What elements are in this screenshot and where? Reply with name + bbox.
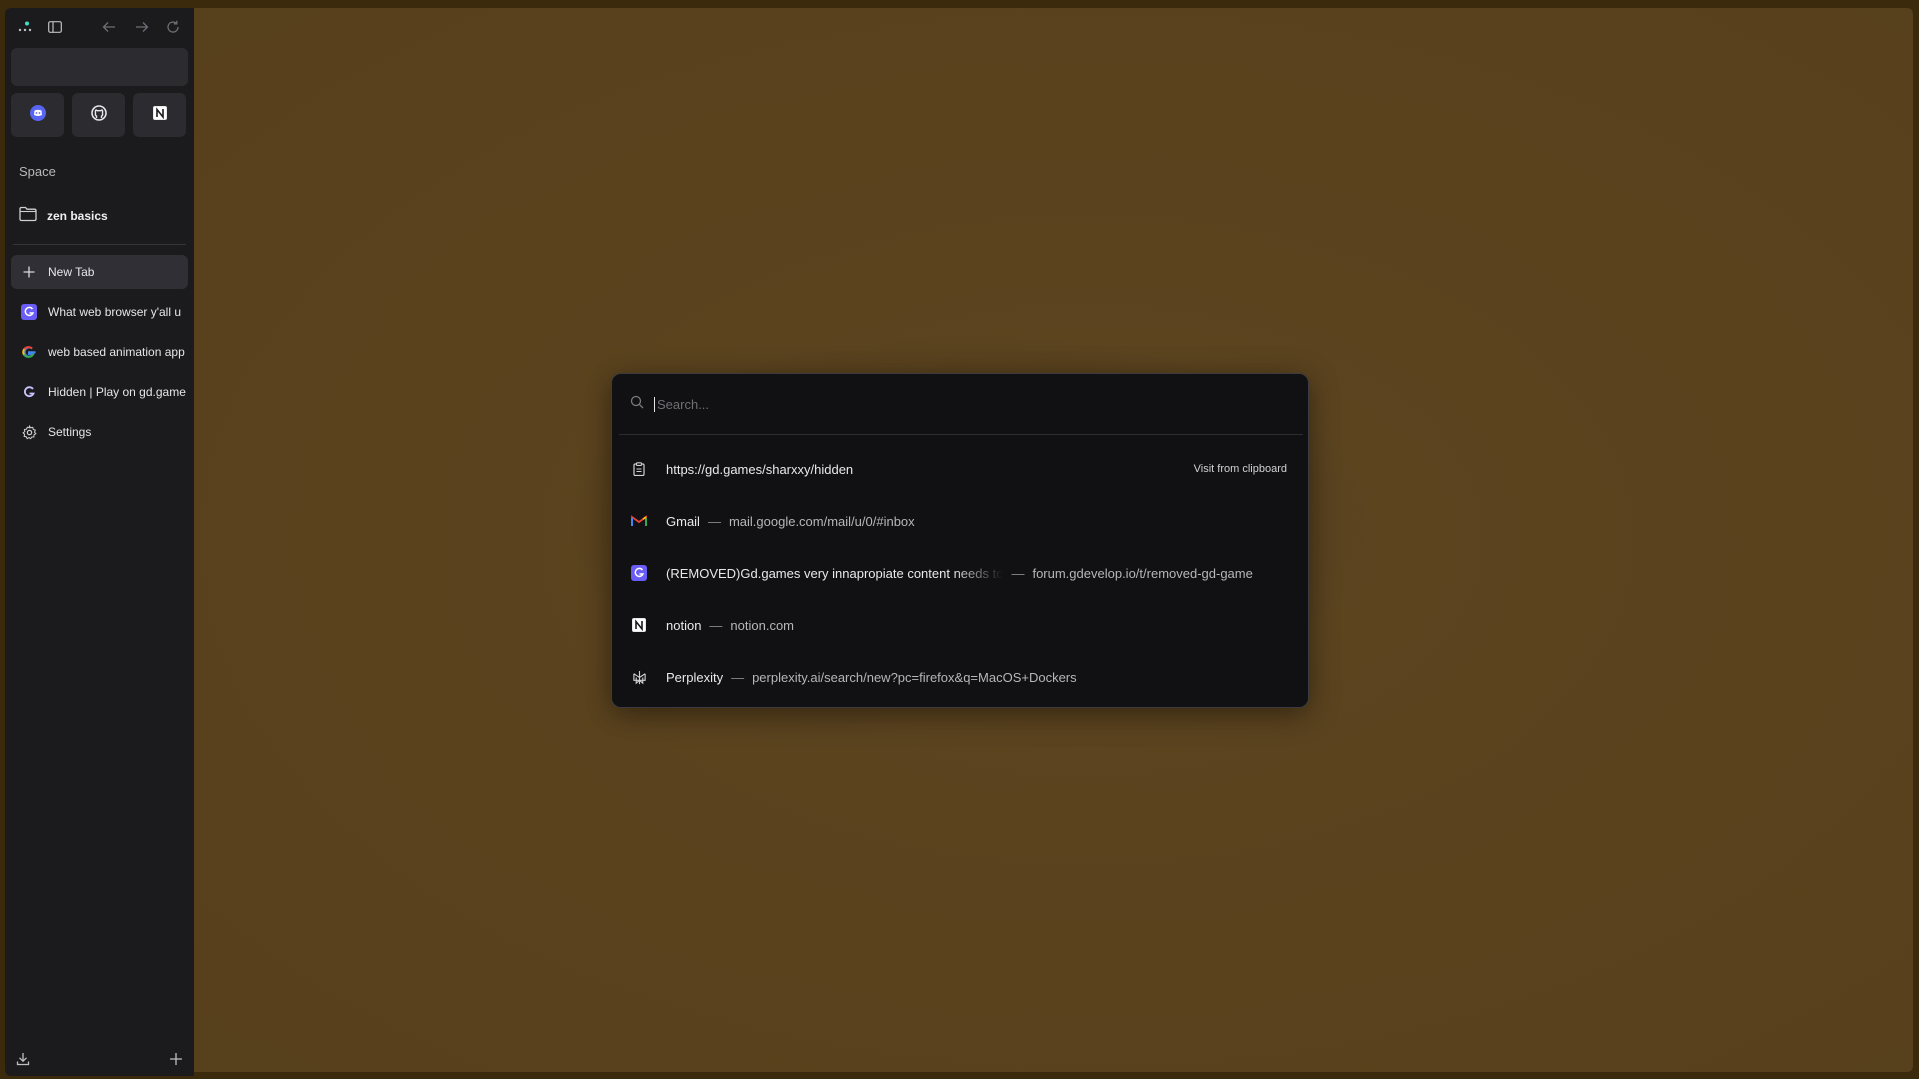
palette-search-row bbox=[612, 374, 1308, 434]
tab-label: What web browser y'all u bbox=[48, 305, 182, 319]
result-fade bbox=[1268, 551, 1308, 595]
search-icon bbox=[630, 395, 644, 414]
essentials-grid bbox=[11, 93, 188, 137]
tab-settings[interactable]: Settings bbox=[11, 415, 188, 449]
gmail-icon bbox=[631, 513, 647, 529]
tab-web-animation[interactable]: web based animation app bbox=[11, 335, 188, 369]
result-perplexity[interactable]: Perplexity — perplexity.ai/search/new?pc… bbox=[612, 655, 1308, 699]
command-palette: https://gd.games/sharxxy/hidden Visit fr… bbox=[611, 373, 1309, 708]
gear-icon bbox=[21, 424, 37, 440]
result-url: forum.gdevelop.io/t/removed-gd-game bbox=[1032, 565, 1253, 581]
browser-window: Space zen basics New Tab What web browse… bbox=[0, 0, 1919, 1079]
perplexity-icon bbox=[631, 669, 647, 685]
notion-icon bbox=[152, 105, 168, 126]
result-title: https://gd.games/sharxxy/hidden bbox=[666, 461, 854, 477]
forward-arrow-icon[interactable] bbox=[133, 18, 151, 36]
add-space-icon[interactable] bbox=[167, 1050, 185, 1068]
discord-icon bbox=[29, 104, 46, 126]
tab-hidden-gd-games[interactable]: Hidden | Play on gd.game bbox=[11, 375, 188, 409]
sidebar: Space zen basics New Tab What web browse… bbox=[5, 8, 194, 1076]
result-separator: — bbox=[709, 617, 723, 633]
result-action[interactable]: Visit from clipboard bbox=[1194, 463, 1287, 475]
zen-menu-icon[interactable] bbox=[16, 18, 34, 36]
google-icon bbox=[21, 344, 37, 360]
result-title: Perplexity bbox=[666, 669, 724, 685]
tab-label: New Tab bbox=[48, 265, 95, 279]
essential-notion[interactable] bbox=[133, 93, 186, 137]
result-separator: — bbox=[731, 669, 745, 685]
essential-github[interactable] bbox=[72, 93, 125, 137]
palette-separator bbox=[619, 434, 1303, 435]
result-title: Gmail bbox=[666, 513, 700, 529]
gdevelop-icon bbox=[21, 304, 37, 320]
palette-search-input[interactable] bbox=[654, 396, 1254, 412]
tab-web-browser-thread[interactable]: What web browser y'all u bbox=[11, 295, 188, 329]
essential-discord[interactable] bbox=[11, 93, 64, 137]
tab-label: web based animation app bbox=[48, 345, 185, 359]
space-label: Space bbox=[19, 164, 56, 179]
sidebar-toggle-icon[interactable] bbox=[46, 18, 64, 36]
result-url: notion.com bbox=[730, 617, 795, 633]
result-title: (REMOVED)Gd.games very innapropiate cont… bbox=[666, 565, 1004, 581]
github-icon bbox=[90, 104, 107, 126]
result-gmail[interactable]: Gmail — mail.google.com/mail/u/0/#inbox bbox=[612, 499, 1308, 543]
clipboard-icon bbox=[631, 461, 647, 477]
sidebar-divider bbox=[13, 244, 186, 245]
folder-icon bbox=[19, 206, 37, 227]
tab-label: Hidden | Play on gd.game bbox=[48, 385, 186, 399]
folder-label: zen basics bbox=[47, 209, 108, 223]
gdevelop-icon bbox=[631, 565, 647, 581]
download-icon[interactable] bbox=[14, 1050, 32, 1068]
result-url: mail.google.com/mail/u/0/#inbox bbox=[728, 513, 915, 529]
url-bar[interactable] bbox=[11, 48, 188, 86]
result-separator: — bbox=[707, 513, 721, 529]
gdgames-icon bbox=[21, 384, 37, 400]
result-notion[interactable]: notion — notion.com bbox=[612, 603, 1308, 647]
back-arrow-icon[interactable] bbox=[100, 18, 118, 36]
notion-icon bbox=[631, 617, 647, 633]
tab-new-tab[interactable]: New Tab bbox=[11, 255, 188, 289]
result-title: notion bbox=[666, 617, 702, 633]
folder-zen-basics[interactable]: zen basics bbox=[11, 202, 188, 230]
result-url: perplexity.ai/search/new?pc=firefox&q=Ma… bbox=[752, 669, 1077, 685]
tab-label: Settings bbox=[48, 425, 92, 439]
sidebar-toolbar bbox=[5, 8, 194, 44]
result-clipboard-url[interactable]: https://gd.games/sharxxy/hidden Visit fr… bbox=[612, 447, 1308, 491]
reload-icon[interactable] bbox=[164, 18, 182, 36]
result-gdevelop-forum[interactable]: (REMOVED)Gd.games very innapropiate cont… bbox=[612, 551, 1308, 595]
plus-icon bbox=[21, 264, 37, 280]
result-separator: — bbox=[1011, 565, 1025, 581]
